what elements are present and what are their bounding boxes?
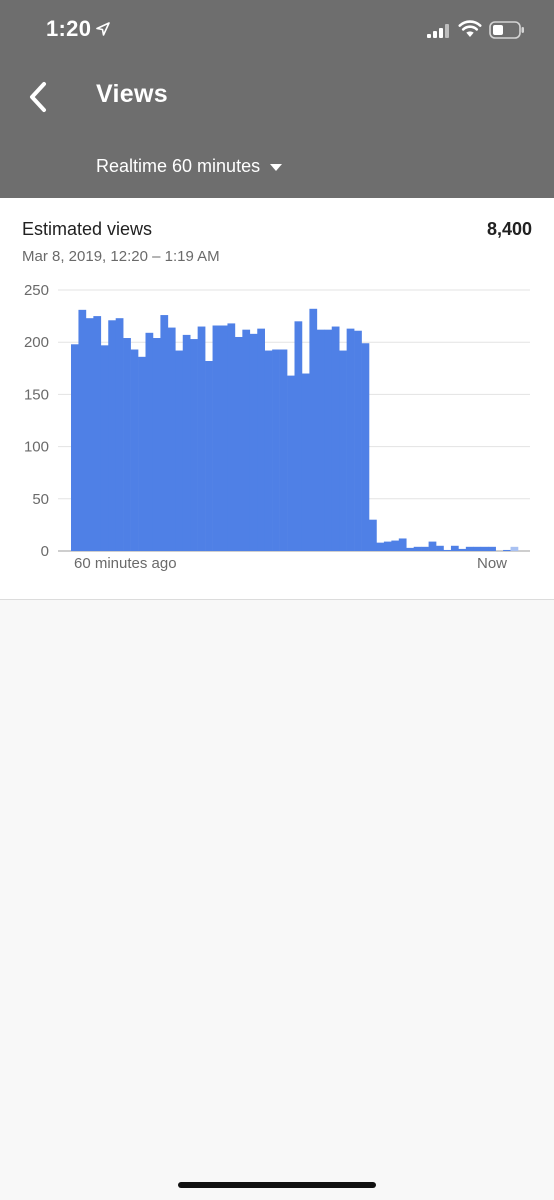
y-tick-label: 150	[24, 386, 49, 403]
chart-bar[interactable]	[331, 326, 340, 551]
home-indicator	[178, 1182, 376, 1188]
chart-bar[interactable]	[152, 338, 161, 551]
chart-bar[interactable]	[220, 325, 228, 552]
chart-bar[interactable]	[197, 326, 206, 551]
dropdown-caret-icon	[270, 163, 283, 171]
chart-bar[interactable]	[160, 315, 169, 551]
y-tick-label: 100	[24, 439, 49, 456]
app-header: 1:20 Views Realtime 60 minutes	[0, 0, 554, 198]
chart-bar[interactable]	[383, 541, 392, 551]
chart-bar[interactable]	[339, 350, 347, 551]
chart-bar[interactable]	[458, 548, 467, 551]
chart-bar[interactable]	[130, 349, 139, 551]
y-tick-label: 200	[24, 334, 49, 351]
chart-bar[interactable]	[406, 547, 414, 551]
chart-bar[interactable]	[346, 328, 355, 551]
chart-bar[interactable]	[503, 549, 511, 551]
battery-icon	[489, 21, 524, 39]
chart-bar[interactable]	[71, 344, 79, 551]
chart-bar[interactable]	[272, 349, 280, 551]
chart-bar[interactable]	[316, 329, 325, 551]
page-title: Views	[96, 80, 168, 108]
chart-bar[interactable]	[257, 328, 265, 551]
views-bar-chart: 0 50 100 150 200 250	[24, 282, 530, 560]
chart-bar[interactable]	[242, 329, 251, 551]
chart-bar[interactable]	[391, 540, 400, 551]
chart-bar[interactable]	[301, 373, 310, 551]
back-arrow-icon	[30, 82, 46, 112]
chart-bar[interactable]	[413, 546, 422, 551]
chart-bar[interactable]	[354, 330, 362, 551]
chart-bar[interactable]	[108, 320, 116, 551]
chart-bar[interactable]	[182, 334, 191, 551]
chart-bar[interactable]	[205, 360, 213, 551]
chart-bar[interactable]	[294, 321, 303, 551]
status-time: 1:20	[46, 16, 92, 41]
chart-bar[interactable]	[436, 545, 444, 551]
chart-bar[interactable]	[287, 375, 295, 551]
chart-bar[interactable]	[123, 338, 131, 551]
chart-bar[interactable]	[249, 333, 258, 551]
chart-bar[interactable]	[398, 538, 407, 551]
chart-bar[interactable]	[227, 323, 236, 551]
chart-bar[interactable]	[190, 339, 198, 551]
chart-bar[interactable]	[473, 546, 482, 551]
chart-bar[interactable]	[175, 350, 184, 551]
chart-bar[interactable]	[234, 336, 243, 551]
cellular-signal-icon	[427, 24, 449, 38]
chart-bar[interactable]	[510, 546, 519, 551]
x-axis-label-end: Now	[477, 555, 508, 572]
chart-bar[interactable]	[480, 546, 489, 551]
range-dropdown[interactable]: Realtime 60 minutes	[96, 152, 283, 180]
chart-bar[interactable]	[465, 546, 474, 551]
chart-bar[interactable]	[264, 350, 273, 551]
y-tick-label: 250	[24, 282, 49, 299]
y-tick-label: 0	[41, 543, 49, 560]
back-button[interactable]	[20, 78, 56, 116]
chart-bar[interactable]	[279, 349, 288, 551]
wifi-icon	[458, 20, 482, 37]
chart-bar[interactable]	[85, 318, 94, 551]
chart-bar[interactable]	[167, 327, 176, 551]
chart-bar[interactable]	[361, 343, 370, 551]
chart-bar[interactable]	[100, 345, 109, 551]
chart-bar[interactable]	[450, 545, 459, 551]
views-card: Estimated views 8,400 Mar 8, 2019, 12:20…	[0, 198, 554, 600]
chart-bar[interactable]	[212, 325, 221, 552]
chart-bar[interactable]	[93, 316, 102, 551]
chart-bar[interactable]	[138, 356, 146, 551]
chart-bar[interactable]	[428, 541, 437, 551]
chart-bar[interactable]	[421, 546, 429, 551]
chart-bar[interactable]	[115, 318, 124, 551]
range-dropdown-label: Realtime 60 minutes	[96, 155, 261, 176]
chart-bar[interactable]	[324, 329, 333, 551]
chart-bar[interactable]	[309, 308, 318, 551]
chart-bar[interactable]	[78, 309, 87, 551]
chart-bar[interactable]	[145, 332, 154, 551]
chart-bar[interactable]	[376, 542, 385, 551]
y-tick-label: 50	[32, 491, 49, 508]
location-arrow-icon	[96, 22, 110, 36]
chart-bar[interactable]	[488, 546, 496, 551]
x-axis-label-start: 60 minutes ago	[74, 555, 177, 572]
chart-bar[interactable]	[369, 519, 377, 551]
chart-bar[interactable]	[443, 549, 452, 551]
